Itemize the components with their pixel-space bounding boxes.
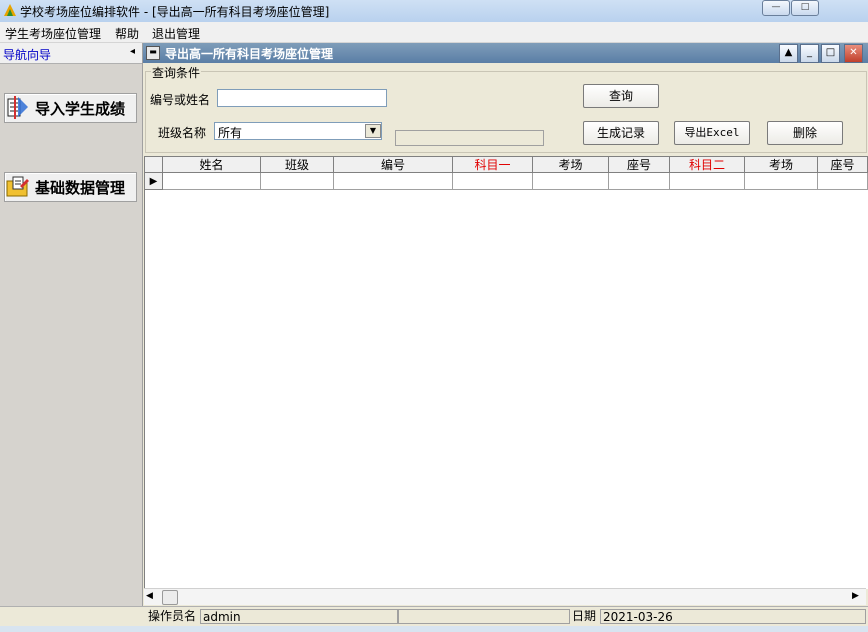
generate-records-button[interactable]: 生成记录 xyxy=(583,121,659,145)
operator-label: 操作员名 xyxy=(148,609,197,623)
nav-title: 导航向导 xyxy=(3,48,52,62)
export-excel-button[interactable]: 导出Excel xyxy=(674,121,750,145)
name-or-id-input[interactable] xyxy=(217,89,387,107)
column-header[interactable]: 考场 xyxy=(533,157,609,173)
scroll-right-icon[interactable]: ▶ xyxy=(852,591,859,601)
row-indicator-icon[interactable]: ▶ xyxy=(145,173,163,190)
navigation-panel: 导航向导 ◂ 导入学生成绩 基础数据管理 xyxy=(0,43,143,606)
child-window-title: 导出高一所有科目考场座位管理 xyxy=(165,47,334,61)
window-title: 学校考场座位编排软件 - [导出高一所有科目考场座位管理] xyxy=(20,5,330,19)
query-conditions-legend: 查询条件 xyxy=(151,64,202,81)
date-label: 日期 xyxy=(572,609,597,623)
column-header[interactable]: 考场 xyxy=(745,157,818,173)
data-grid[interactable]: 姓名 班级 编号 科目一 考场 座号 科目二 考场 座号 ▶ xyxy=(144,156,868,589)
scroll-thumb[interactable] xyxy=(162,590,178,605)
grid-cell[interactable] xyxy=(670,173,745,190)
import-grades-icon xyxy=(7,96,28,119)
minimize-button[interactable]: — xyxy=(762,0,790,16)
column-header[interactable]: 座号 xyxy=(609,157,670,173)
collapse-arrow-icon[interactable]: ◂ xyxy=(130,46,135,57)
column-header[interactable]: 姓名 xyxy=(163,157,261,173)
column-header[interactable]: 科目二 xyxy=(670,157,745,173)
title-bar: 学校考场座位编排软件 - [导出高一所有科目考场座位管理] — □ xyxy=(0,0,868,22)
class-name-select[interactable]: 所有 ▼ xyxy=(214,122,382,140)
status-empty-panel xyxy=(398,609,570,624)
grid-cell[interactable] xyxy=(533,173,609,190)
menu-bar: 学生考场座位管理 帮助 退出管理 xyxy=(0,22,868,43)
date-value: 2021-03-26 xyxy=(600,609,866,624)
grid-cell[interactable] xyxy=(453,173,533,190)
grid-cell[interactable] xyxy=(818,173,868,190)
scroll-left-icon[interactable]: ◀ xyxy=(146,591,153,601)
class-select-value: 所有 xyxy=(218,126,243,140)
child-maximize-button[interactable]: □ xyxy=(821,44,840,63)
column-header[interactable]: 科目一 xyxy=(453,157,533,173)
data-folder-icon xyxy=(6,176,29,197)
column-header[interactable]: 编号 xyxy=(334,157,453,173)
grid-cell[interactable] xyxy=(609,173,670,190)
grid-cell[interactable] xyxy=(334,173,453,190)
child-close-button[interactable]: ✕ xyxy=(844,44,863,63)
maximize-button[interactable]: □ xyxy=(791,0,819,16)
search-button[interactable]: 查询 xyxy=(583,84,659,108)
grid-cell[interactable] xyxy=(745,173,818,190)
column-header[interactable]: 座号 xyxy=(818,157,868,173)
operator-value: admin xyxy=(200,609,398,624)
child-system-menu-icon[interactable]: ▬ xyxy=(146,46,160,60)
base-data-button[interactable]: 基础数据管理 xyxy=(4,172,137,202)
column-header[interactable]: 班级 xyxy=(261,157,334,173)
import-grades-label: 导入学生成绩 xyxy=(35,99,126,118)
query-conditions-group: 查询条件 编号或姓名 班级名称 所有 ▼ 查询 生成记录 导出Excel 删除 xyxy=(145,64,867,153)
status-bar: 操作员名 admin 日期 2021-03-26 xyxy=(0,606,868,626)
app-logo-icon xyxy=(4,4,16,16)
grid-cell[interactable] xyxy=(163,173,261,190)
import-grades-button[interactable]: 导入学生成绩 xyxy=(4,93,137,123)
base-data-label: 基础数据管理 xyxy=(35,178,126,197)
progress-bar xyxy=(395,130,544,146)
child-window: ▬ 导出高一所有科目考场座位管理 ▲ _ □ ✕ 查询条件 编号或姓名 班级名称… xyxy=(143,43,868,606)
menu-exit[interactable]: 退出管理 xyxy=(152,25,200,42)
horizontal-scrollbar[interactable]: ◀ ▶ xyxy=(144,588,866,605)
nav-header: 导航向导 ◂ xyxy=(0,43,142,64)
delete-button[interactable]: 删除 xyxy=(767,121,843,145)
child-minimize-button[interactable]: _ xyxy=(800,44,819,63)
window-bottom-edge xyxy=(0,626,868,632)
name-or-id-label: 编号或姓名 xyxy=(150,93,211,107)
menu-help[interactable]: 帮助 xyxy=(115,25,139,42)
child-title-bar: ▬ 导出高一所有科目考场座位管理 ▲ _ □ ✕ xyxy=(143,43,868,63)
grid-corner-header xyxy=(145,157,163,173)
child-restore-up-button[interactable]: ▲ xyxy=(779,44,798,63)
dropdown-arrow-icon[interactable]: ▼ xyxy=(365,124,381,138)
class-name-label: 班级名称 xyxy=(158,126,207,140)
menu-seat-management[interactable]: 学生考场座位管理 xyxy=(5,25,101,42)
grid-cell[interactable] xyxy=(261,173,334,190)
window-controls: — □ xyxy=(762,0,820,16)
